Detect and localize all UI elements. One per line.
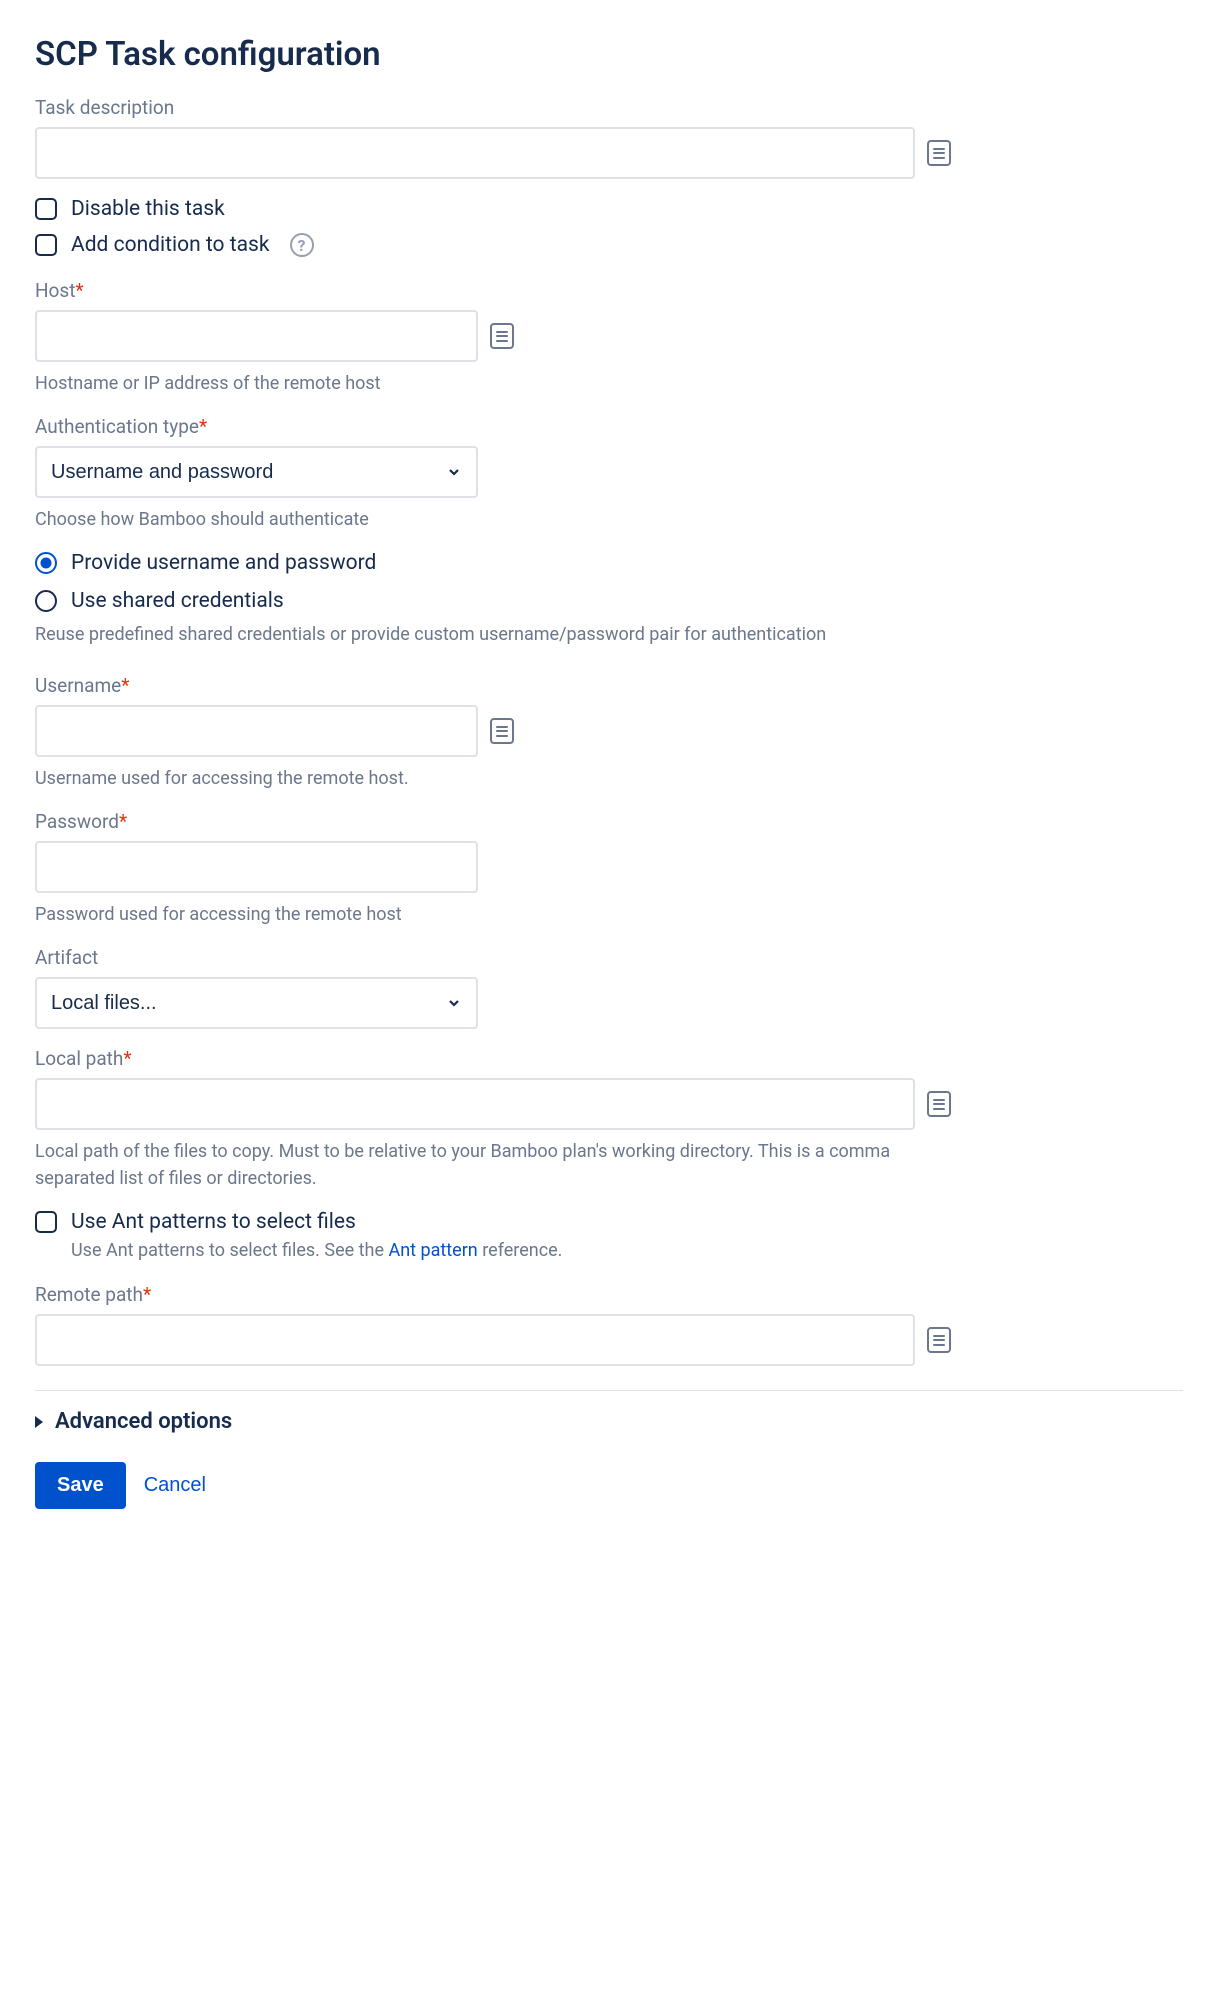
auth-mode-radio-provide[interactable] — [35, 552, 57, 574]
auth-mode-radio2-row: Use shared credentials — [35, 589, 1183, 613]
advanced-options-toggle[interactable]: Advanced options — [35, 1409, 1183, 1434]
auth-mode-radio-shared[interactable] — [35, 590, 57, 612]
add-condition-row: Add condition to task ? — [35, 233, 1183, 257]
artifact-select[interactable]: Local files... — [35, 977, 478, 1029]
host-helper: Hostname or IP address of the remote hos… — [35, 370, 1183, 397]
save-button[interactable]: Save — [35, 1462, 126, 1509]
host-group: Host* Hostname or IP address of the remo… — [35, 279, 1183, 397]
host-label: Host* — [35, 279, 1183, 302]
task-description-group: Task description — [35, 96, 1183, 179]
auth-mode-radio1-row: Provide username and password — [35, 551, 1183, 575]
variable-picker-icon[interactable] — [927, 140, 951, 166]
cancel-button[interactable]: Cancel — [144, 1474, 206, 1497]
password-helper: Password used for accessing the remote h… — [35, 901, 1183, 928]
username-label: Username* — [35, 674, 1183, 697]
auth-mode-helper: Reuse predefined shared credentials or p… — [35, 621, 1183, 648]
help-icon[interactable]: ? — [290, 233, 314, 257]
username-group: Username* Username used for accessing th… — [35, 674, 1183, 792]
remote-path-group: Remote path* — [35, 1283, 1183, 1366]
action-buttons: Save Cancel — [35, 1462, 1183, 1509]
add-condition-checkbox[interactable] — [35, 234, 57, 256]
ant-patterns-helper: Use Ant patterns to select files. See th… — [71, 1240, 1183, 1261]
local-path-helper: Local path of the files to copy. Must to… — [35, 1138, 935, 1192]
password-input[interactable] — [35, 841, 478, 893]
variable-picker-icon[interactable] — [927, 1327, 951, 1353]
local-path-group: Local path* Local path of the files to c… — [35, 1047, 1183, 1192]
username-input[interactable] — [35, 705, 478, 757]
disable-task-checkbox[interactable] — [35, 198, 57, 220]
task-description-input[interactable] — [35, 127, 915, 179]
add-condition-label: Add condition to task — [71, 233, 270, 257]
remote-path-label: Remote path* — [35, 1283, 1183, 1306]
page-title: SCP Task configuration — [35, 35, 1183, 74]
variable-picker-icon[interactable] — [927, 1091, 951, 1117]
remote-path-input[interactable] — [35, 1314, 915, 1366]
advanced-options-label: Advanced options — [55, 1409, 232, 1434]
auth-type-select[interactable]: Username and password — [35, 446, 478, 498]
section-divider — [35, 1390, 1183, 1391]
chevron-right-icon — [35, 1416, 43, 1428]
variable-picker-icon[interactable] — [490, 323, 514, 349]
disable-task-row: Disable this task — [35, 197, 1183, 221]
disable-task-label: Disable this task — [71, 197, 225, 221]
auth-mode-group: Provide username and password Use shared… — [35, 551, 1183, 648]
auth-type-helper: Choose how Bamboo should authenticate — [35, 506, 1183, 533]
local-path-input[interactable] — [35, 1078, 915, 1130]
task-description-label: Task description — [35, 96, 1183, 119]
ant-patterns-checkbox[interactable] — [35, 1211, 57, 1233]
variable-picker-icon[interactable] — [490, 718, 514, 744]
local-path-label: Local path* — [35, 1047, 1183, 1070]
auth-type-label: Authentication type* — [35, 415, 1183, 438]
artifact-group: Artifact Local files... — [35, 946, 1183, 1029]
ant-patterns-group: Use Ant patterns to select files Use Ant… — [35, 1210, 1183, 1261]
password-label: Password* — [35, 810, 1183, 833]
auth-mode-radio1-label: Provide username and password — [71, 551, 376, 575]
username-helper: Username used for accessing the remote h… — [35, 765, 1183, 792]
auth-type-group: Authentication type* Username and passwo… — [35, 415, 1183, 533]
host-input[interactable] — [35, 310, 478, 362]
ant-pattern-link[interactable]: Ant pattern — [388, 1240, 477, 1261]
ant-patterns-label: Use Ant patterns to select files — [71, 1210, 356, 1234]
auth-mode-radio2-label: Use shared credentials — [71, 589, 284, 613]
artifact-label: Artifact — [35, 946, 1183, 969]
password-group: Password* Password used for accessing th… — [35, 810, 1183, 928]
